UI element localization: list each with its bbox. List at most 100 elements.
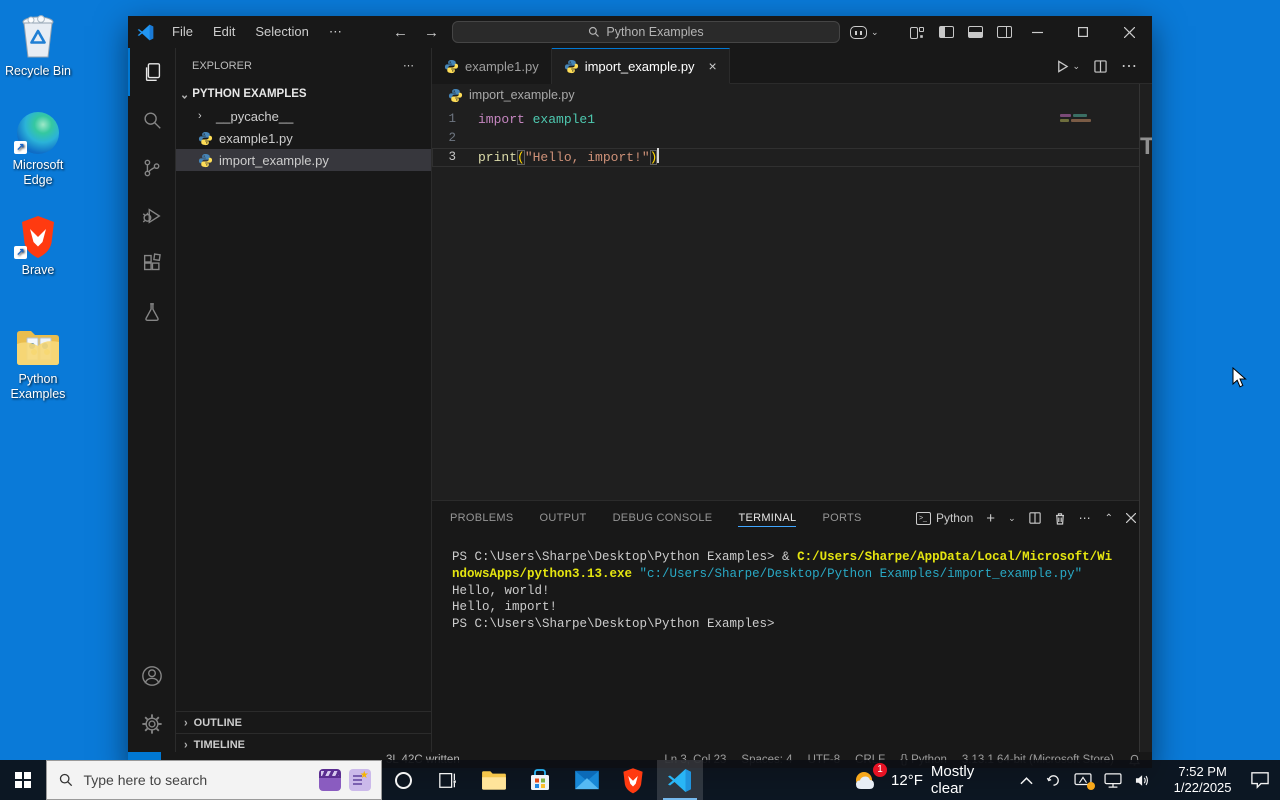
code-line-2[interactable]: 2 xyxy=(432,129,1152,148)
chevron-right-icon: › xyxy=(184,737,188,752)
split-terminal-icon[interactable] xyxy=(1028,512,1041,524)
windows-taskbar: Type here to search ★ 1 12°F Mostly clea… xyxy=(0,760,1280,800)
mail-button[interactable] xyxy=(564,760,610,800)
customize-layout-icon[interactable] xyxy=(910,26,925,39)
panel-tab-output[interactable]: OUTPUT xyxy=(540,512,587,524)
menu-selection[interactable]: Selection xyxy=(247,21,316,43)
forward-arrow-icon[interactable]: → xyxy=(424,24,439,41)
menu-file[interactable]: File xyxy=(164,21,201,43)
tab-example1[interactable]: example1.py xyxy=(432,48,552,84)
tree-item-pycache[interactable]: › __pycache__ xyxy=(176,105,431,127)
brave-icon xyxy=(623,767,643,793)
more-actions-icon[interactable]: ⋯ xyxy=(1121,56,1138,76)
tree-item-example1[interactable]: example1.py xyxy=(176,127,431,149)
run-debug-activity-icon[interactable] xyxy=(128,192,176,240)
movies-icon[interactable] xyxy=(318,769,341,791)
code-line-1[interactable]: 1 import example1 xyxy=(432,110,1152,129)
minimap[interactable] xyxy=(1060,114,1100,124)
tab-bar: example1.py import_example.py × ⌄ ⋯ xyxy=(432,48,1152,84)
terminal-profile-badge[interactable]: >_ Python xyxy=(915,511,973,525)
vscode-taskbar-button[interactable] xyxy=(656,760,704,800)
file-explorer-button[interactable] xyxy=(471,760,517,800)
menu-bar: File Edit Selection ⋯ xyxy=(164,21,350,43)
action-center-button[interactable] xyxy=(1239,771,1280,789)
back-arrow-icon[interactable]: ← xyxy=(393,24,408,41)
search-activity-icon[interactable] xyxy=(128,96,176,144)
terminal-line-3: Hello, world! xyxy=(452,583,550,598)
explorer-activity-icon[interactable] xyxy=(128,48,176,96)
bottom-panel: PROBLEMS OUTPUT DEBUG CONSOLE TERMINAL P… xyxy=(432,500,1152,752)
recycle-bin-icon xyxy=(0,14,76,60)
command-center-search[interactable]: Python Examples xyxy=(452,21,840,43)
toggle-secondary-sidebar-icon[interactable] xyxy=(997,26,1012,38)
run-python-file-button[interactable]: ⌄ xyxy=(1056,59,1080,73)
toggle-panel-icon[interactable] xyxy=(968,26,983,38)
new-terminal-icon[interactable]: + xyxy=(986,510,995,527)
system-tray xyxy=(1020,772,1152,790)
brave-taskbar-button[interactable] xyxy=(610,760,656,800)
extensions-activity-icon[interactable] xyxy=(128,240,176,288)
project-root-folder[interactable]: ⌄ PYTHON EXAMPLES xyxy=(176,83,431,105)
toggle-sidebar-icon[interactable] xyxy=(939,26,954,38)
shortcut-arrow-icon: ↗ xyxy=(14,246,27,259)
panel-tab-debug-console[interactable]: DEBUG CONSOLE xyxy=(613,512,713,524)
taskbar-search-input[interactable]: Type here to search xyxy=(46,760,382,800)
update-tray-icon[interactable] xyxy=(1074,772,1095,790)
microsoft-store-button[interactable] xyxy=(517,760,563,800)
menu-more[interactable]: ⋯ xyxy=(321,21,350,43)
explorer-title: EXPLORER xyxy=(192,59,252,72)
explorer-more-actions[interactable]: ⋯ xyxy=(403,59,415,72)
close-panel-icon[interactable] xyxy=(1126,513,1136,523)
desktop-icon-python-examples[interactable]: Python Examples xyxy=(0,322,76,402)
weather-badge: 1 xyxy=(873,763,888,777)
terminal-line-1: PS C:\Users\Sharpe\Desktop\Python Exampl… xyxy=(452,550,1113,564)
tray-expand-icon[interactable] xyxy=(1020,776,1033,785)
taskbar-clock[interactable]: 7:52 PM 1/22/2025 xyxy=(1166,764,1240,796)
desktop-icon-label: Recycle Bin xyxy=(5,64,71,78)
desktop-icon-brave[interactable]: ↗ Brave xyxy=(0,213,76,278)
account-icon[interactable] xyxy=(128,652,176,700)
panel-tab-terminal[interactable]: TERMINAL xyxy=(738,512,797,527)
menu-edit[interactable]: Edit xyxy=(205,21,243,43)
cortana-button[interactable] xyxy=(382,771,425,789)
minimize-button[interactable] xyxy=(1014,16,1060,48)
panel-tab-ports[interactable]: PORTS xyxy=(822,512,861,524)
breadcrumb[interactable]: import_example.py xyxy=(432,84,1152,106)
maximize-panel-icon[interactable]: ⌃ xyxy=(1105,513,1113,524)
network-icon[interactable] xyxy=(1104,772,1122,788)
task-view-button[interactable] xyxy=(424,760,470,800)
file-explorer-icon xyxy=(482,771,506,790)
terminal-output[interactable]: PS C:\Users\Sharpe\Desktop\Python Exampl… xyxy=(432,535,1152,633)
code-line-3[interactable]: 3 print("Hello, import!") xyxy=(432,148,1152,167)
outline-section[interactable]: › OUTLINE xyxy=(176,711,431,733)
sync-icon[interactable] xyxy=(1045,772,1062,789)
task-view-icon xyxy=(438,773,456,788)
tab-close-icon[interactable]: × xyxy=(709,58,717,74)
chevron-right-icon: › xyxy=(184,715,188,730)
start-button[interactable] xyxy=(0,760,46,800)
panel-tab-problems[interactable]: PROBLEMS xyxy=(450,512,514,524)
mouse-cursor xyxy=(1232,367,1247,388)
cortana-icon xyxy=(394,771,412,789)
chevron-down-icon: ⌄ xyxy=(871,26,879,37)
tab-import-example[interactable]: import_example.py × xyxy=(551,48,730,84)
desktop-icon-edge[interactable]: ↗ Microsoft Edge xyxy=(0,108,76,188)
chevron-right-icon: › xyxy=(198,110,202,122)
desktop-icon-recycle-bin[interactable]: Recycle Bin xyxy=(0,14,76,79)
more-actions-icon[interactable]: ⋯ xyxy=(1079,511,1092,525)
source-control-activity-icon[interactable] xyxy=(128,144,176,192)
split-editor-icon[interactable] xyxy=(1094,59,1107,73)
tree-item-import-example[interactable]: import_example.py xyxy=(176,149,431,171)
chevron-down-icon[interactable]: ⌄ xyxy=(1008,513,1016,524)
settings-gear-icon[interactable] xyxy=(128,700,176,748)
close-button[interactable] xyxy=(1106,16,1152,48)
testing-activity-icon[interactable] xyxy=(128,288,176,336)
kill-terminal-icon[interactable] xyxy=(1054,512,1066,525)
news-icon[interactable] xyxy=(348,769,371,791)
volume-icon[interactable] xyxy=(1134,773,1152,788)
copilot-button[interactable]: ⌄ xyxy=(850,25,879,39)
editor-overflow-strip[interactable]: T xyxy=(1139,84,1152,752)
weather-widget[interactable]: 1 12°F Mostly clear xyxy=(853,763,1006,797)
maximize-button[interactable] xyxy=(1060,16,1106,48)
code-editor[interactable]: 1 import example1 2 3 print("Hello, import!"… xyxy=(432,106,1152,500)
